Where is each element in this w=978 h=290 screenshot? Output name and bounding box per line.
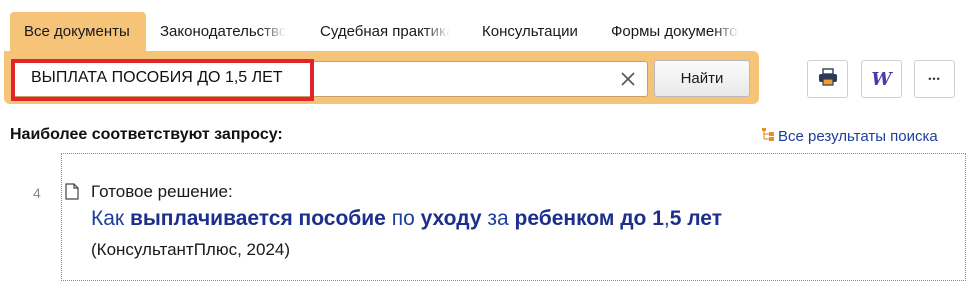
more-button[interactable]: ••• <box>914 60 955 98</box>
result-number: 4 <box>33 185 41 201</box>
result-title-link[interactable]: Как выплачивается пособие по уходу за ре… <box>91 207 722 231</box>
result-title-segment[interactable]: 5 лет <box>670 207 722 230</box>
tab-court-practice[interactable]: Судебная практика <box>306 12 450 51</box>
tree-list-icon <box>761 127 775 145</box>
print-button[interactable] <box>807 60 848 98</box>
result-title-segment[interactable]: Как <box>91 207 130 230</box>
tab-all-documents[interactable]: Все документы <box>10 12 146 51</box>
close-icon[interactable] <box>617 68 639 90</box>
result-title-segment[interactable]: выплачивается пособие <box>130 207 386 230</box>
document-icon <box>65 183 79 205</box>
tab-document-forms[interactable]: Формы документов <box>597 12 739 51</box>
result-title-segment[interactable]: по <box>386 207 421 230</box>
result-type-label: Готовое решение: <box>91 182 233 201</box>
query-highlight-frame <box>11 59 314 101</box>
result-source: (КонсультантПлюс, 2024) <box>91 240 291 259</box>
result-title-segment[interactable]: ребенком до 1 <box>515 207 664 230</box>
all-results-label[interactable]: Все результаты поиска <box>778 128 938 145</box>
results-heading: Наиболее соответствуют запросу: <box>10 126 283 143</box>
result-title-segment[interactable]: за <box>482 207 515 230</box>
tab-consultations[interactable]: Консультации <box>468 12 596 51</box>
word-export-button[interactable]: W <box>861 60 902 98</box>
result-title-segment[interactable]: уходу <box>421 207 482 230</box>
find-button[interactable]: Найти <box>654 60 750 97</box>
tab-legislation[interactable]: Законодательство <box>146 12 286 51</box>
word-export-icon: W <box>871 68 892 90</box>
more-icon: ••• <box>928 74 941 84</box>
printer-icon <box>818 67 838 91</box>
all-results-link[interactable]: Все результаты поиска <box>761 127 938 145</box>
